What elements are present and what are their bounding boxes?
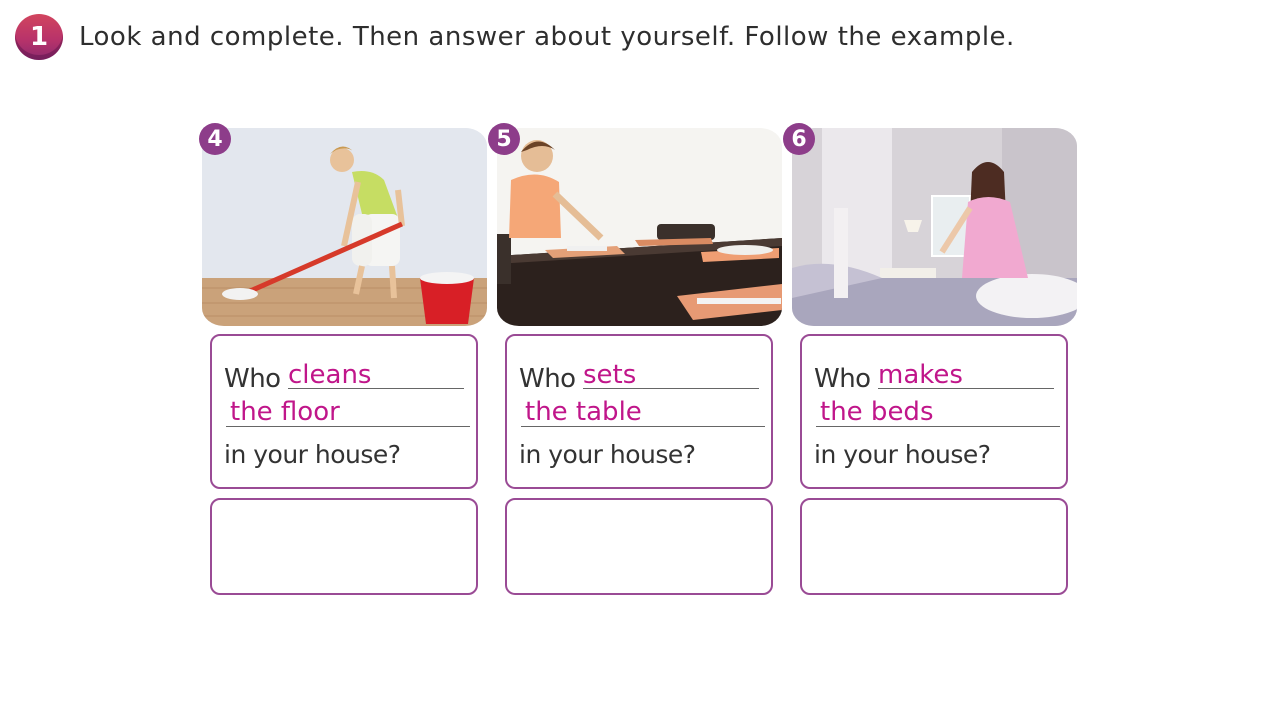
blank-line-2	[816, 426, 1060, 427]
question-box: Who sets the table in your house?	[505, 334, 773, 489]
answer-verb: sets	[583, 360, 637, 390]
answer-object: the table	[525, 397, 642, 427]
question-box: Who cleans the floor in your house?	[210, 334, 478, 489]
question-box: Who makes the beds in your house?	[800, 334, 1068, 489]
blank-line-2	[521, 426, 765, 427]
answer-object: the beds	[820, 397, 934, 427]
exercise-number-badge: 1	[15, 14, 63, 60]
card-number-badge: 4	[199, 123, 231, 155]
blank-line-1	[288, 388, 464, 389]
exercise-header: 1 Look and complete. Then answer about y…	[15, 14, 1015, 60]
photo-girl-mopping-floor	[202, 128, 487, 326]
answer-object: the floor	[230, 397, 340, 427]
blank-line-1	[583, 388, 759, 389]
answer-verb: cleans	[288, 360, 372, 390]
answer-input-box[interactable]	[505, 498, 773, 595]
answer-verb: makes	[878, 360, 963, 390]
blank-line-2	[226, 426, 470, 427]
photo-boy-setting-table	[497, 128, 782, 326]
question-start: Who	[519, 364, 576, 394]
blank-line-1	[878, 388, 1054, 389]
answer-input-box[interactable]	[210, 498, 478, 595]
card-number-badge: 6	[783, 123, 815, 155]
card-number-badge: 5	[488, 123, 520, 155]
photo-girl-making-bed	[792, 128, 1077, 326]
exercise-instruction: Look and complete. Then answer about you…	[79, 22, 1015, 52]
answer-input-box[interactable]	[800, 498, 1068, 595]
question-end: in your house?	[814, 440, 991, 469]
question-end: in your house?	[224, 440, 401, 469]
question-start: Who	[814, 364, 871, 394]
question-end: in your house?	[519, 440, 696, 469]
question-start: Who	[224, 364, 281, 394]
